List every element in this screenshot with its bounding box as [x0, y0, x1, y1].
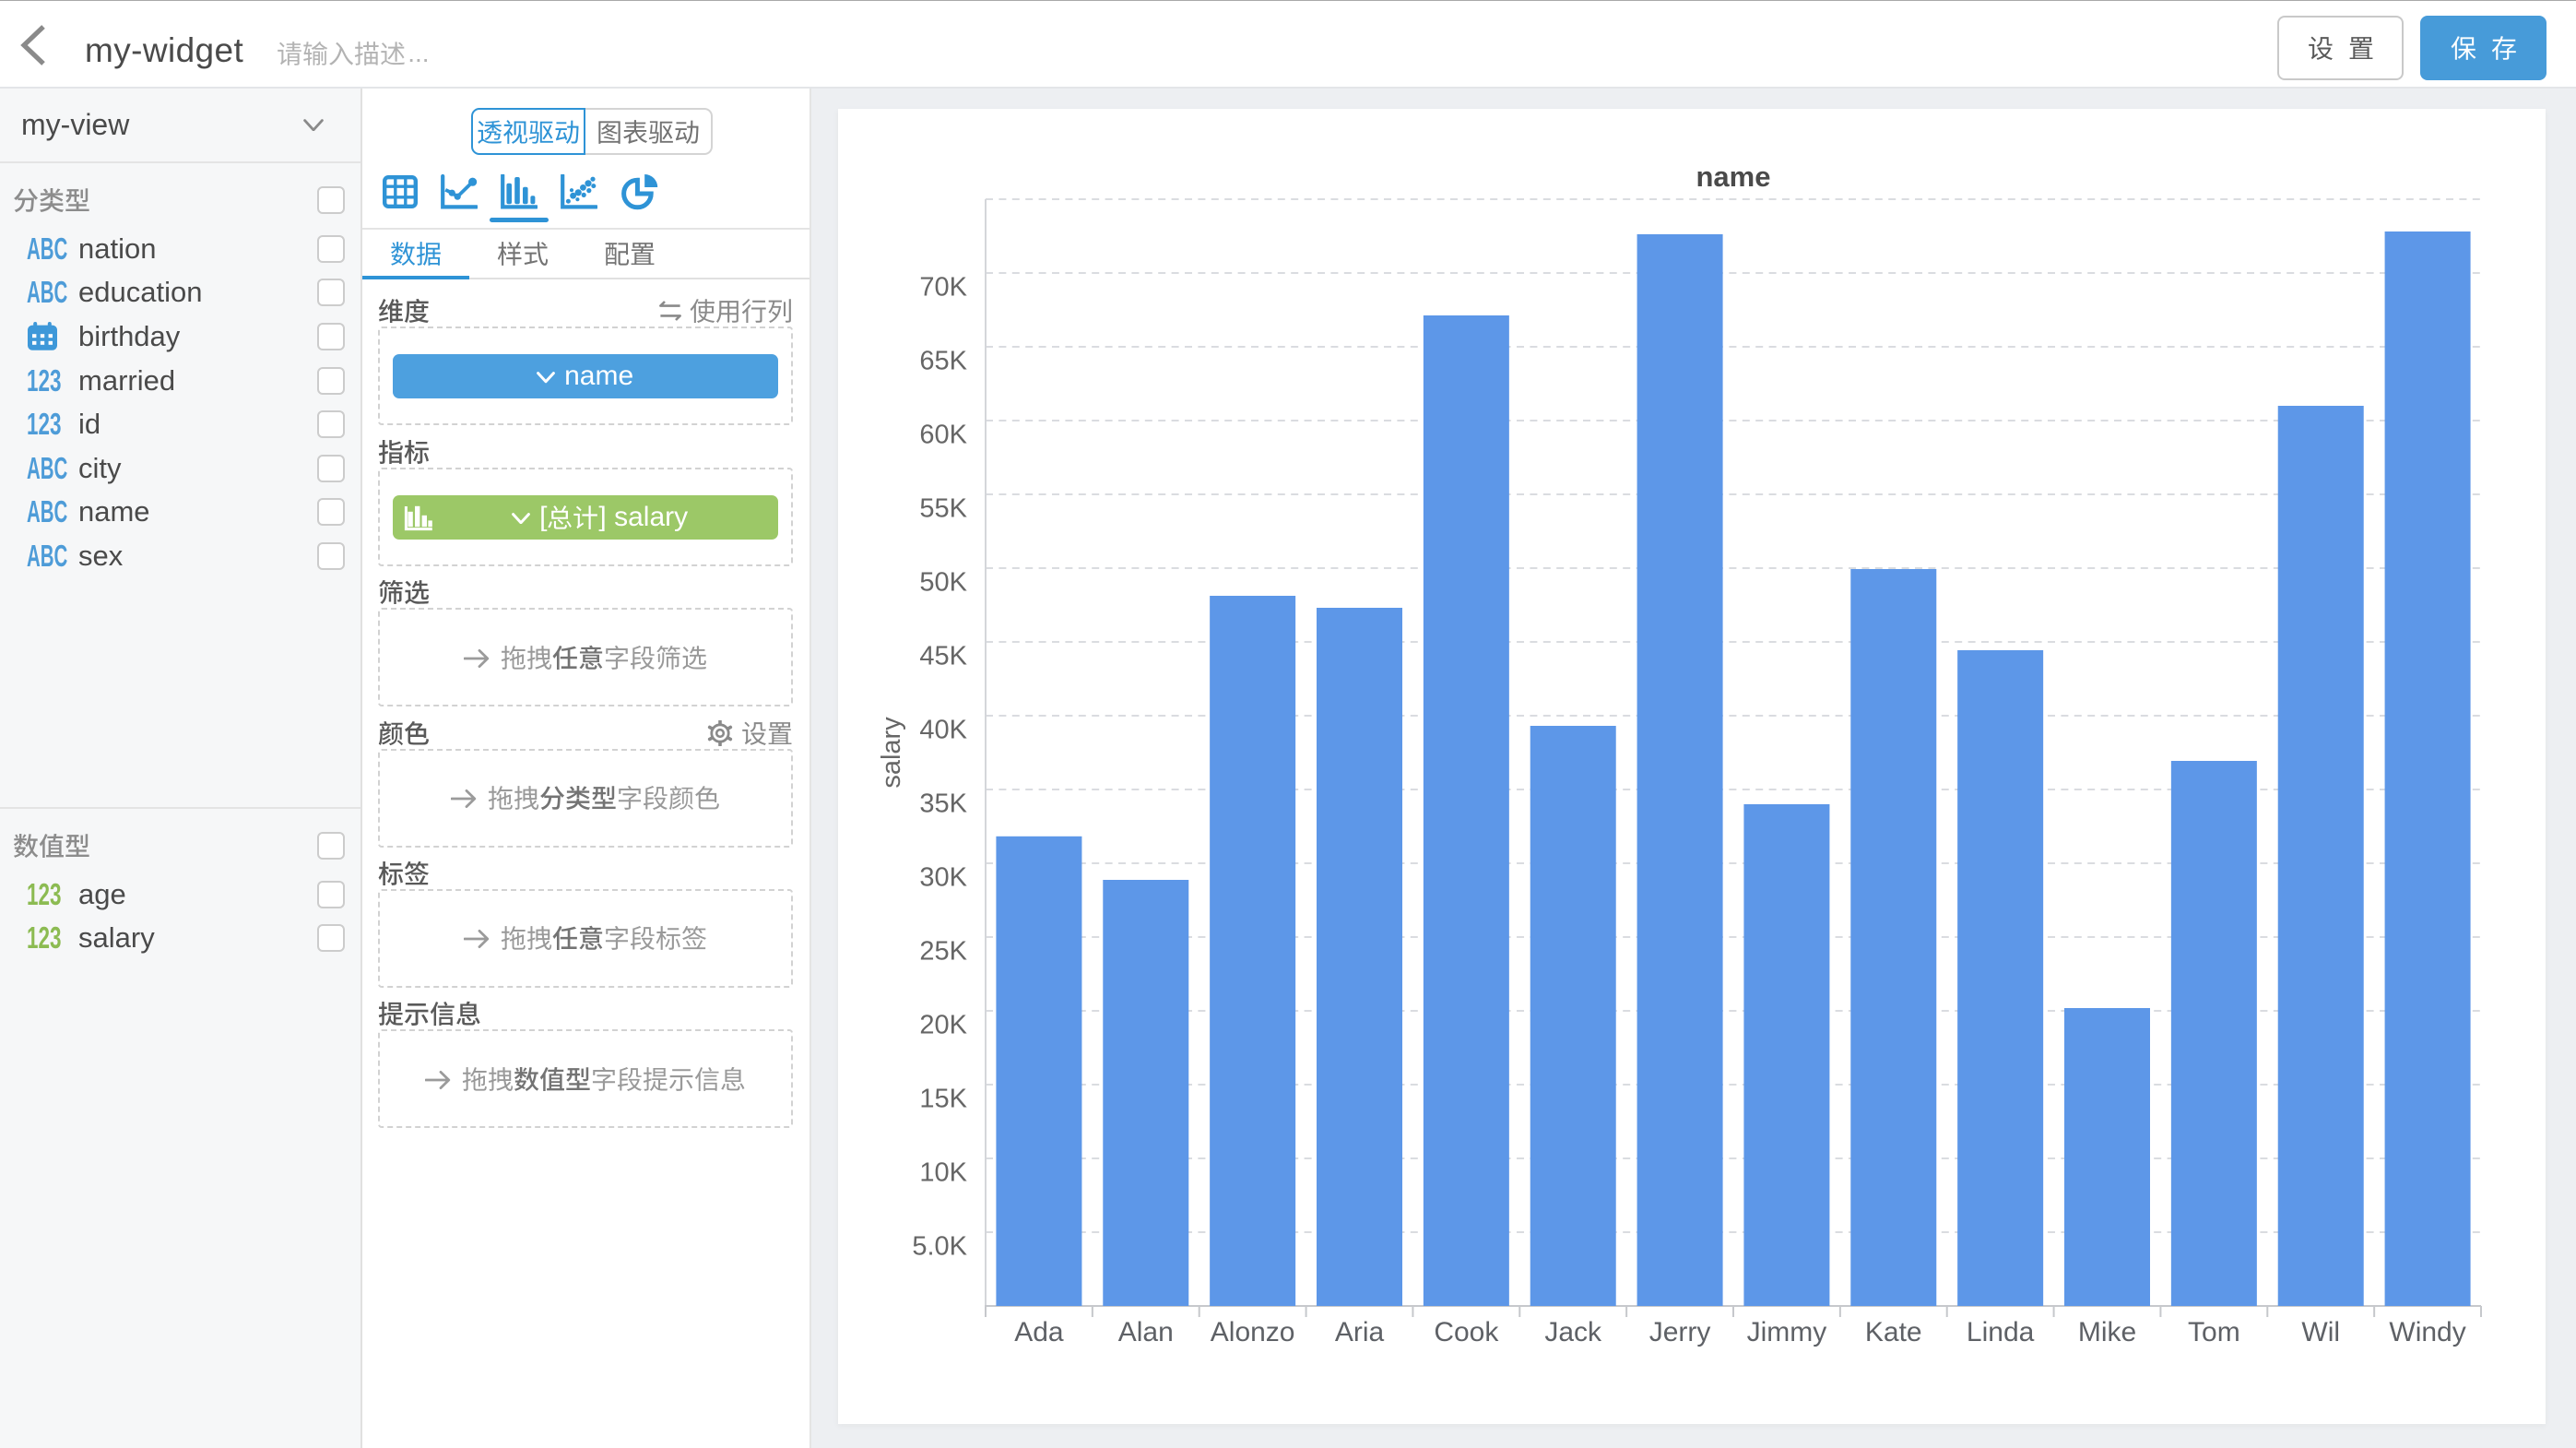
svg-text:40K: 40K [919, 715, 967, 744]
svg-text:Aria: Aria [1335, 1317, 1385, 1347]
svg-text:Cook: Cook [1434, 1317, 1499, 1347]
svg-text:Alan: Alan [1118, 1317, 1174, 1347]
svg-text:salary: salary [877, 717, 906, 789]
svg-text:5.0K: 5.0K [912, 1231, 967, 1261]
svg-text:25K: 25K [919, 936, 967, 966]
svg-text:Jimmy: Jimmy [1747, 1317, 1827, 1347]
svg-text:60K: 60K [919, 420, 967, 449]
svg-text:30K: 30K [919, 862, 967, 892]
svg-text:15K: 15K [919, 1084, 967, 1113]
svg-text:Alonzo: Alonzo [1211, 1317, 1295, 1347]
svg-text:55K: 55K [919, 493, 967, 523]
svg-text:Linda: Linda [1967, 1317, 2035, 1347]
svg-text:Jerry: Jerry [1649, 1317, 1711, 1347]
svg-text:Tom: Tom [2188, 1317, 2240, 1347]
svg-text:Windy: Windy [2389, 1317, 2465, 1347]
svg-text:Mike: Mike [2078, 1317, 2136, 1347]
svg-text:35K: 35K [919, 789, 967, 818]
svg-text:50K: 50K [919, 567, 967, 597]
svg-text:name: name [1696, 160, 1771, 193]
svg-text:10K: 10K [919, 1157, 967, 1187]
svg-text:45K: 45K [919, 641, 967, 671]
svg-text:Wil: Wil [2301, 1317, 2340, 1347]
svg-text:Ada: Ada [1014, 1317, 1064, 1347]
svg-text:Jack: Jack [1544, 1317, 1602, 1347]
svg-text:70K: 70K [919, 272, 967, 302]
svg-text:Kate: Kate [1865, 1317, 1922, 1347]
svg-text:65K: 65K [919, 346, 967, 375]
svg-text:20K: 20K [919, 1010, 967, 1039]
